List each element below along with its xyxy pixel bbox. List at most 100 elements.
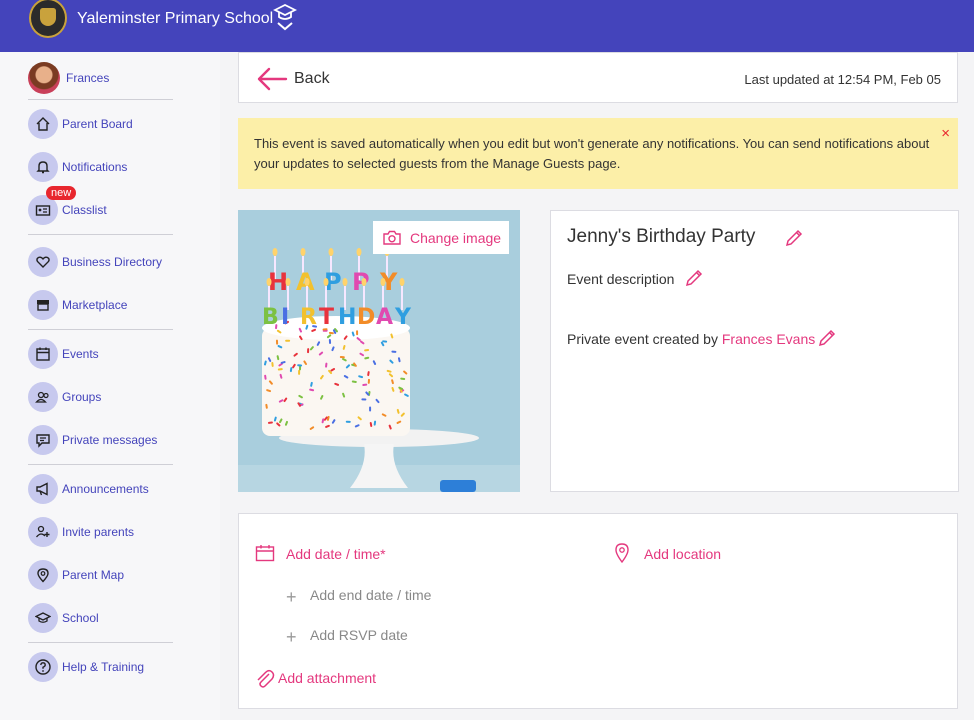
owner-prefix: Private event created by — [567, 331, 722, 347]
bell-icon — [28, 152, 58, 182]
help-icon — [28, 652, 58, 682]
sidebar-item-label: Invite parents — [62, 525, 135, 539]
candle-flame — [342, 278, 348, 286]
event-description-placeholder[interactable]: Event description — [567, 271, 674, 287]
candle-flame — [361, 278, 367, 286]
candle-letter: I — [281, 305, 289, 330]
sidebar-item-business-directory[interactable]: Business Directory — [28, 246, 162, 278]
last-updated-text: Last updated at 12:54 PM, Feb 05 — [744, 72, 941, 87]
sidebar-item-school[interactable]: School — [28, 602, 99, 634]
sprinkle — [275, 339, 279, 345]
back-button[interactable]: Back — [294, 70, 330, 88]
sprinkle — [285, 339, 291, 342]
school-switch-icon[interactable] — [273, 2, 297, 32]
candle-letter: D — [357, 305, 375, 330]
sidebar-divider — [28, 329, 173, 330]
candle-flame — [272, 248, 278, 256]
sprinkle — [356, 330, 359, 336]
sidebar-item-private-messages[interactable]: Private messages — [28, 424, 157, 456]
edit-title-pencil-icon[interactable] — [784, 228, 804, 248]
sidebar-item-groups[interactable]: Groups — [28, 381, 101, 413]
school-crest-logo[interactable] — [29, 0, 67, 38]
candle-letter: Y — [394, 305, 412, 330]
sidebar-item-help-training[interactable]: Help & Training — [28, 651, 144, 683]
edit-description-pencil-icon[interactable] — [684, 268, 704, 288]
back-bar: Back Last updated at 12:54 PM, Feb 05 — [238, 52, 958, 103]
sidebar-divider — [28, 99, 173, 100]
shop-icon — [28, 290, 58, 320]
megaphone-icon — [28, 474, 58, 504]
candle-letter: T — [319, 305, 334, 330]
top-bar: Yaleminster Primary School — [0, 0, 974, 52]
home-icon — [28, 109, 58, 139]
sidebar-item-label: Private messages — [62, 433, 158, 447]
sprinkle — [369, 406, 372, 412]
add-date-time-button[interactable]: Add date / time* — [286, 546, 386, 562]
sidebar-item-parent-board[interactable]: Parent Board — [28, 108, 133, 140]
add-end-date-button[interactable]: Add end date / time — [310, 587, 431, 603]
candle-flame — [304, 278, 310, 286]
sidebar-item-invite-parents[interactable]: Invite parents — [28, 516, 134, 548]
candle-flame — [380, 278, 386, 286]
candle-letter: R — [300, 305, 317, 330]
edit-privacy-pencil-icon[interactable] — [817, 328, 837, 348]
sprinkle — [339, 356, 345, 359]
sidebar-user-name: Frances — [66, 71, 110, 85]
heart-icon — [28, 247, 58, 277]
sidebar-divider — [28, 642, 173, 643]
new-badge: new — [46, 186, 77, 200]
sprinkle — [361, 398, 367, 401]
owner-name-link[interactable]: Frances Evans — [722, 331, 815, 347]
event-details-card: Add date / time* Add location + Add end … — [238, 513, 958, 709]
plus-icon: + — [286, 587, 297, 607]
sidebar-item-label: Help & Training — [62, 660, 145, 674]
sprinkle — [391, 350, 397, 353]
sidebar-item-announcements[interactable]: Announcements — [28, 473, 149, 505]
sidebar-item-events[interactable]: Events — [28, 338, 99, 370]
candle-letter: H — [338, 305, 356, 330]
sidebar-item-notifications[interactable]: Notifications — [28, 151, 127, 183]
notice-text: This event is saved automatically when y… — [254, 136, 930, 171]
event-owner-text: Private event created by Frances Evans — [567, 331, 815, 347]
graduation-cap-icon — [28, 603, 58, 633]
sidebar-item-label: Marketplace — [62, 298, 128, 312]
change-image-button[interactable]: Change image — [373, 221, 509, 254]
event-title: Jenny's Birthday Party — [567, 226, 756, 247]
sprinkle — [345, 420, 351, 423]
back-arrow-icon[interactable] — [256, 67, 288, 91]
school-name[interactable]: Yaleminster Primary School — [77, 10, 273, 28]
candle-letter: P — [352, 268, 370, 296]
sidebar-item-label: Classlist — [62, 203, 107, 217]
calendar-icon — [28, 339, 58, 369]
group-icon — [28, 382, 58, 412]
calendar-icon — [255, 545, 275, 562]
candle-flame — [300, 248, 306, 256]
sidebar-divider — [28, 234, 173, 235]
message-icon — [28, 425, 58, 455]
sidebar-item-marketplace[interactable]: Marketplace — [28, 289, 127, 321]
paperclip-icon — [257, 669, 275, 688]
candle-flame — [285, 278, 291, 286]
sidebar-item-label: School — [62, 611, 99, 625]
add-attachment-button[interactable]: Add attachment — [278, 670, 376, 686]
add-location-button[interactable]: Add location — [644, 546, 721, 562]
change-image-label: Change image — [410, 229, 502, 246]
candle-letter: A — [376, 305, 393, 330]
autosave-notice: This event is saved automatically when y… — [238, 118, 958, 189]
sidebar-item-label: Events — [62, 347, 99, 361]
add-rsvp-date-button[interactable]: Add RSVP date — [310, 627, 408, 643]
sprinkle — [307, 348, 310, 354]
candle-flame — [266, 278, 272, 286]
sidebar-item-label: Notifications — [62, 160, 128, 174]
close-icon[interactable]: × — [941, 125, 950, 142]
candle-letter: B — [262, 305, 279, 330]
candle-flame — [356, 248, 362, 256]
location-pin-icon — [615, 543, 629, 563]
sidebar-item-label: Parent Board — [62, 117, 133, 131]
sidebar-item-parent-map[interactable]: Parent Map — [28, 559, 124, 591]
sidebar-profile[interactable]: Frances — [28, 62, 109, 94]
sprinkle — [367, 378, 370, 384]
map-pin-icon — [28, 560, 58, 590]
add-user-icon — [28, 517, 58, 547]
sidebar-item-label: Parent Map — [62, 568, 125, 582]
